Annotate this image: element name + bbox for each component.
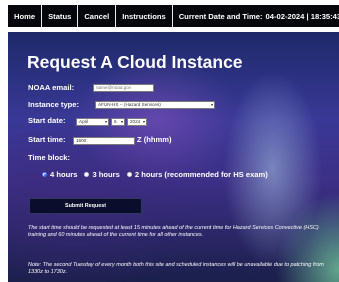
- datetime-label: Current Date and Time:: [178, 11, 263, 21]
- day-value: 5: [114, 119, 117, 124]
- month-value: April: [79, 119, 89, 124]
- day-select[interactable]: 5 ▾: [111, 118, 125, 126]
- top-navbar: Home Status Cancel Instructions Current …: [8, 5, 339, 27]
- chevron-down-icon: ▾: [210, 102, 213, 107]
- current-datetime: Current Date and Time: 04-02-2024 | 18:3…: [173, 5, 339, 27]
- time-block-options: 4 hours 3 hours 2 hours (recommended for…: [42, 170, 275, 179]
- year-value: 2024: [130, 119, 141, 124]
- time-block-label: Time block:: [28, 153, 71, 162]
- page-title: Request A Cloud Instance: [27, 52, 243, 72]
- nav-home-link[interactable]: Home: [8, 5, 43, 27]
- time-block-option-label: 2 hours (recommended for HS exam): [134, 170, 268, 179]
- time-block-option-3h[interactable]: 3 hours: [84, 170, 120, 179]
- radio-button-selected[interactable]: [42, 172, 47, 177]
- chevron-down-icon: ▾: [142, 119, 145, 124]
- year-select[interactable]: 2024 ▾: [127, 118, 147, 126]
- nav-status-link[interactable]: Status: [42, 5, 79, 27]
- datetime-value: 04-02-2024 | 18:35:43: [265, 11, 339, 21]
- instance-type-label: Instance type:: [28, 100, 80, 109]
- nav-cancel-link[interactable]: Cancel: [78, 5, 117, 27]
- radio-button[interactable]: [126, 172, 132, 177]
- maintenance-note: Note: The second Tuesday of every month …: [28, 262, 324, 276]
- month-select[interactable]: April ▾: [76, 118, 109, 126]
- time-block-option-label: 3 hours: [92, 170, 120, 179]
- start-time-input[interactable]: 1600: [73, 137, 135, 145]
- start-time-note: The start time should be requested at le…: [28, 225, 319, 239]
- radio-button[interactable]: [84, 172, 90, 177]
- request-form-panel: Request A Cloud Instance NOAA email: nam…: [8, 32, 339, 282]
- time-block-option-2h[interactable]: 2 hours (recommended for HS exam): [126, 170, 268, 179]
- start-time-label: Start time:: [28, 135, 66, 144]
- time-block-option-label: 4 hours: [50, 170, 78, 179]
- start-date-label: Start date:: [28, 116, 66, 125]
- submit-request-button[interactable]: Submit Request: [29, 198, 142, 214]
- email-label: NOAA email:: [28, 83, 75, 92]
- time-format-hint: Z (hhmm): [137, 135, 172, 144]
- email-field[interactable]: name@noaa.gov: [93, 84, 154, 92]
- chevron-down-icon: ▾: [120, 119, 123, 124]
- nav-instructions-link[interactable]: Instructions: [116, 5, 173, 27]
- chevron-down-icon: ▾: [104, 119, 107, 124]
- time-block-option-4h[interactable]: 4 hours: [42, 170, 77, 179]
- instance-type-select[interactable]: AFUN-HS -- (Hazard Services) ▾: [95, 101, 215, 109]
- instance-type-value: AFUN-HS -- (Hazard Services): [98, 102, 161, 107]
